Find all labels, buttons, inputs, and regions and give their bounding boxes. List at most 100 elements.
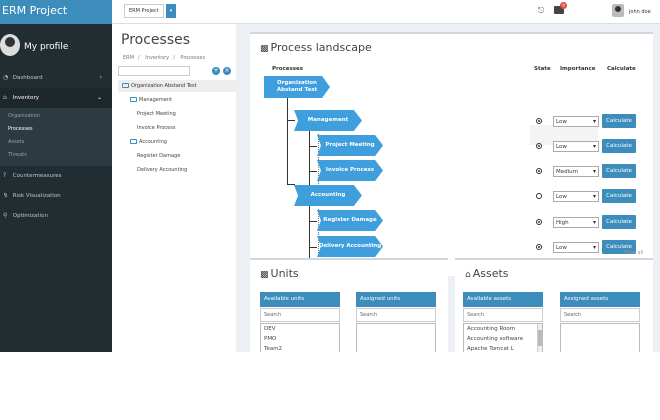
state-indicator bbox=[536, 168, 542, 174]
importance-select[interactable]: Low bbox=[553, 141, 599, 152]
calculate-button[interactable]: Calculate bbox=[602, 215, 636, 229]
state-indicator bbox=[536, 244, 542, 250]
list-item[interactable]: PMO bbox=[261, 334, 339, 344]
tree-node-label: Accounting bbox=[139, 139, 167, 145]
tree-node-project-meeting[interactable]: Project Meeting bbox=[137, 111, 176, 117]
importance-select[interactable]: Low bbox=[553, 242, 599, 253]
list-item[interactable]: Accounting Room bbox=[464, 324, 542, 334]
header-calculate: Calculate bbox=[607, 66, 636, 72]
page-title: Processes bbox=[121, 32, 191, 48]
sidebar-item-risk-visualization[interactable]: ↯ Risk Visualization bbox=[0, 186, 112, 206]
tree-node-invoice-process[interactable]: Invoice Process bbox=[137, 125, 175, 131]
sidebar-item-dashboard[interactable]: ◔ Dashboard › bbox=[0, 68, 112, 88]
list-scrollbar[interactable] bbox=[537, 324, 542, 352]
folder-open-icon bbox=[130, 97, 137, 102]
calculate-button[interactable]: Calculate bbox=[602, 189, 636, 203]
assigned-assets-search[interactable]: Search bbox=[560, 308, 640, 322]
bank-icon: ⌂ bbox=[465, 270, 471, 280]
view-all-link[interactable]: View all bbox=[624, 250, 643, 256]
add-process-button[interactable]: + bbox=[212, 67, 220, 75]
available-assets-header: Available assets bbox=[463, 292, 543, 307]
chevron-down-icon: ⌄ bbox=[96, 94, 102, 101]
sidebar-subitem-organization[interactable]: Organization bbox=[0, 110, 112, 123]
assigned-units-list[interactable] bbox=[356, 323, 436, 352]
available-assets-search[interactable]: Search bbox=[463, 308, 543, 322]
available-assets-list[interactable]: Accounting Room Accounting software Apac… bbox=[463, 323, 543, 352]
process-chevron-register-damage[interactable]: Register Damage bbox=[317, 210, 383, 231]
state-indicator bbox=[536, 193, 542, 199]
folder-open-icon bbox=[130, 139, 137, 144]
sidebar-item-countermeasures[interactable]: ? Countermeasures bbox=[0, 166, 112, 186]
sidebar-subitem-processes[interactable]: Processes bbox=[0, 123, 112, 136]
process-chevron-delivery-accounting[interactable]: Delivery Accounting bbox=[317, 236, 383, 257]
connector-line bbox=[309, 221, 317, 222]
importance-select[interactable]: Low bbox=[553, 116, 599, 127]
tree-node-label: Organization Abstand Test bbox=[131, 83, 197, 89]
calculate-button[interactable]: Calculate bbox=[602, 114, 636, 128]
pin-icon[interactable]: ⎋ bbox=[538, 6, 544, 16]
available-units-header: Available units bbox=[260, 292, 340, 307]
assigned-units-search[interactable]: Search bbox=[356, 308, 436, 322]
sidebar-subitem-threats[interactable]: Threats bbox=[0, 149, 112, 162]
box-title: ⌂ Assets bbox=[465, 267, 509, 280]
app-title[interactable]: ERM Project bbox=[0, 0, 112, 24]
tree-node-management[interactable]: Management bbox=[130, 97, 172, 103]
available-units-list[interactable]: DEV PMO Team2 bbox=[260, 323, 340, 352]
connector-line bbox=[309, 131, 310, 185]
project-select[interactable]: ERM Project bbox=[124, 4, 164, 18]
calculate-button[interactable]: Calculate bbox=[602, 139, 636, 153]
process-chevron-accounting[interactable]: Accounting bbox=[294, 185, 362, 206]
calculate-button[interactable]: Calculate bbox=[602, 164, 636, 178]
list-item[interactable]: Accounting software bbox=[464, 334, 542, 344]
list-item[interactable]: Apache Tomcat L bbox=[464, 344, 542, 352]
tree-node-register-damage[interactable]: Register Damage bbox=[137, 153, 180, 159]
inventory-subnav: Organization Processes Assets Threats bbox=[0, 108, 112, 166]
sidebar-item-optimization[interactable]: ⚲ Optimization bbox=[0, 206, 112, 226]
tree-root-node[interactable]: Organization Abstand Test bbox=[118, 80, 236, 92]
user-avatar[interactable] bbox=[612, 4, 624, 17]
breadcrumb-item[interactable]: Inventory bbox=[145, 55, 169, 61]
process-chevron-project-meeting[interactable]: Project Meeting bbox=[317, 135, 383, 156]
tree-node-accounting[interactable]: Accounting bbox=[130, 139, 167, 145]
sidebar-item-label: Risk Visualization bbox=[12, 193, 61, 199]
process-chevron-root[interactable]: Organization Abstand Test bbox=[264, 76, 330, 98]
profile-title[interactable]: My profile bbox=[24, 42, 68, 52]
breadcrumb-item: Processes bbox=[180, 55, 206, 61]
sidebar-subitem-assets[interactable]: Assets bbox=[0, 136, 112, 149]
box-title: ▩ Process landscape bbox=[260, 41, 372, 54]
connector-line bbox=[287, 120, 295, 121]
sidebar-item-label: Inventory bbox=[12, 95, 40, 101]
tree-node-delivery-accounting[interactable]: Delivery Accounting bbox=[137, 167, 187, 173]
list-item[interactable]: DEV bbox=[261, 324, 339, 334]
project-select-caret-icon[interactable]: ▾ bbox=[166, 4, 176, 18]
tree-node-label: Management bbox=[139, 97, 172, 103]
importance-select[interactable]: Low bbox=[553, 191, 599, 202]
units-box: ▩ Units Available units Assigned units Se… bbox=[250, 258, 448, 352]
tree-search-input[interactable] bbox=[118, 66, 190, 76]
header-importance: Importance bbox=[560, 66, 596, 72]
remove-process-button[interactable]: × bbox=[223, 67, 231, 75]
process-chevron-invoice-process[interactable]: Invoice Process bbox=[317, 160, 383, 181]
importance-select[interactable]: High bbox=[553, 217, 599, 228]
breadcrumb-item[interactable]: ERM bbox=[123, 55, 134, 61]
list-item[interactable]: Team2 bbox=[261, 344, 339, 352]
home-icon: ⌂ bbox=[3, 94, 7, 101]
importance-select[interactable]: Medium bbox=[553, 166, 599, 177]
box-title-text: Process landscape bbox=[270, 41, 372, 54]
assigned-units-header: Assigned units bbox=[356, 292, 436, 307]
user-name[interactable]: john doe bbox=[629, 9, 651, 15]
box-title: ▩ Units bbox=[260, 267, 299, 280]
topbar: ERM Project ▾ ⎋ 9 john doe bbox=[112, 0, 660, 24]
process-chevron-management[interactable]: Management bbox=[294, 110, 362, 131]
sidebar-item-inventory[interactable]: ⌂ Inventory ⌄ bbox=[0, 88, 112, 108]
sidebar-item-label: Optimization bbox=[12, 213, 48, 219]
assets-box: ⌂ Assets Available assets Assigned assets… bbox=[455, 258, 653, 352]
assigned-assets-list[interactable] bbox=[560, 323, 640, 352]
connector-line bbox=[309, 171, 317, 172]
folder-open-icon bbox=[122, 83, 129, 88]
assigned-assets-header: Assigned assets bbox=[560, 292, 640, 307]
process-landscape-box: ▩ Process landscape Processes State Impor… bbox=[250, 32, 653, 276]
available-units-search[interactable]: Search bbox=[260, 308, 340, 322]
sidebar-item-label: Dashboard bbox=[12, 75, 43, 81]
connector-line bbox=[287, 184, 295, 185]
